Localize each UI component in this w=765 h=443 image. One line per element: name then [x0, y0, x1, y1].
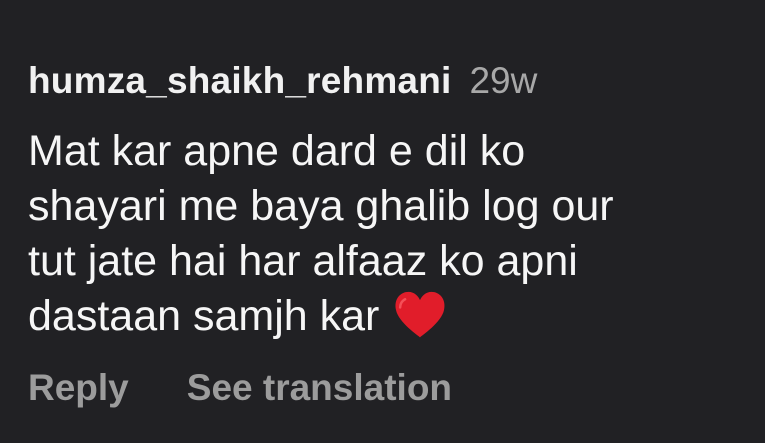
- comment-header: humza_shaikh_rehmani 29w: [28, 62, 748, 99]
- heart-icon: [393, 291, 447, 339]
- reply-button[interactable]: Reply: [28, 369, 129, 406]
- comment-item: humza_shaikh_rehmani 29w Mat kar apne da…: [28, 62, 748, 406]
- comment-text: Mat kar apne dard e dil ko shayari me ba…: [28, 127, 614, 340]
- see-translation-button[interactable]: See translation: [187, 369, 452, 406]
- comment-text-block: Mat kar apne dard e dil ko shayari me ba…: [28, 124, 728, 344]
- comment-actions: Reply See translation: [28, 369, 748, 406]
- comment-timestamp: 29w: [469, 60, 538, 101]
- comment-username[interactable]: humza_shaikh_rehmani: [28, 62, 451, 99]
